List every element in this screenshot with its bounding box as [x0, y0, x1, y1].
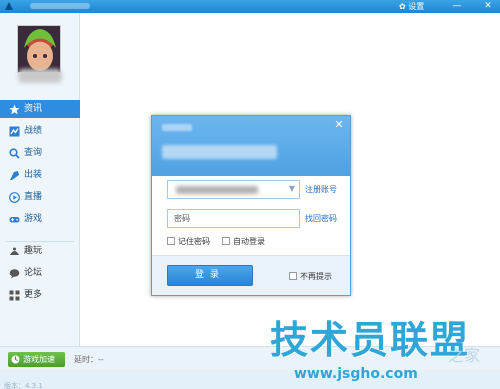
remember-password-label: 记住密码 — [178, 237, 210, 246]
avatar[interactable] — [17, 25, 61, 73]
auto-login-label: 自动登录 — [233, 237, 265, 246]
game-speedup-button[interactable]: 游戏加速 — [8, 352, 65, 367]
sidebar-item-build[interactable]: 出装 — [0, 166, 80, 184]
register-account-link[interactable]: 注册账号 — [305, 184, 337, 195]
settings-button[interactable]: ✿ 设置 — [399, 0, 424, 13]
sidebar-item-label: 查询 — [24, 148, 43, 158]
sidebar-item-label: 游戏 — [24, 214, 43, 224]
watermark-extra: 之家 — [448, 346, 481, 365]
search-icon — [9, 148, 20, 159]
sidebar-item-news[interactable]: 资讯 — [0, 100, 80, 118]
version-label: 版本：4.3.1 — [4, 382, 43, 389]
sidebar-item-games[interactable]: 游戏 — [0, 210, 80, 228]
login-dialog: ✕ ▼ 注册账号 密码 找回密码 记住密码 自动登录 登录 不再提示 — [151, 115, 351, 296]
password-input[interactable]: 密码 — [167, 209, 300, 228]
sidebar: 资讯 战绩 查询 出装 直播 游戏 趣玩 论坛 更多 — [0, 13, 80, 389]
title-bar: ✿ 设置 — ✕ — [0, 0, 500, 13]
remember-password-checkbox[interactable]: 记住密码 — [167, 236, 210, 247]
speedup-label: 游戏加速 — [23, 355, 55, 364]
dialog-close-button[interactable]: ✕ — [332, 118, 346, 132]
no-remind-label: 不再提示 — [300, 272, 332, 281]
sidebar-item-label: 战绩 — [24, 126, 43, 136]
sidebar-item-live[interactable]: 直播 — [0, 188, 80, 206]
minimize-button[interactable]: — — [450, 0, 464, 13]
equipment-icon — [10, 171, 19, 180]
no-remind-checkbox[interactable]: 不再提示 — [289, 271, 332, 282]
auto-login-checkbox[interactable]: 自动登录 — [222, 236, 265, 247]
grid-icon — [9, 290, 20, 301]
sidebar-item-label: 出装 — [24, 170, 43, 180]
sidebar-item-fun[interactable]: 趣玩 — [0, 242, 80, 260]
watermark-url: www.jsgho.com — [294, 366, 418, 382]
dialog-banner-title — [162, 145, 277, 159]
speedup-icon — [11, 355, 20, 364]
find-password-link[interactable]: 找回密码 — [305, 213, 337, 224]
sidebar-item-label: 更多 — [24, 290, 43, 300]
fun-icon — [10, 247, 19, 255]
dialog-brand-text — [162, 124, 192, 131]
latency-label: 延时：-- — [74, 355, 104, 364]
sidebar-item-record[interactable]: 战绩 — [0, 122, 80, 140]
gamepad-icon — [9, 217, 20, 223]
sidebar-item-label: 直播 — [24, 192, 43, 202]
sidebar-item-label: 论坛 — [24, 268, 43, 278]
avatar-image — [18, 26, 60, 72]
username — [18, 69, 62, 83]
chart-icon — [9, 126, 20, 137]
sidebar-item-label: 资讯 — [24, 104, 43, 114]
chat-bubble-icon — [9, 269, 20, 279]
sidebar-item-forum[interactable]: 论坛 — [0, 264, 80, 282]
sidebar-item-label: 趣玩 — [24, 246, 43, 256]
checkbox-box — [289, 272, 297, 280]
play-icon — [9, 192, 20, 203]
checkbox-box — [222, 237, 230, 245]
star-icon — [9, 104, 20, 115]
dialog-header-banner: ✕ — [152, 116, 350, 176]
bottom-bar — [0, 370, 500, 389]
sidebar-item-search[interactable]: 查询 — [0, 144, 80, 162]
account-value — [176, 186, 258, 194]
dialog-footer: 登录 不再提示 — [152, 255, 350, 295]
app-logo-icon — [5, 2, 13, 10]
account-input[interactable]: ▼ — [167, 180, 300, 199]
login-button[interactable]: 登录 — [167, 265, 253, 286]
close-window-button[interactable]: ✕ — [481, 0, 495, 13]
checkbox-box — [167, 237, 175, 245]
sidebar-item-more[interactable]: 更多 — [0, 286, 80, 304]
window-title — [30, 3, 90, 9]
watermark-title: 技术员联盟 — [270, 318, 471, 362]
chevron-down-icon[interactable]: ▼ — [289, 184, 295, 193]
